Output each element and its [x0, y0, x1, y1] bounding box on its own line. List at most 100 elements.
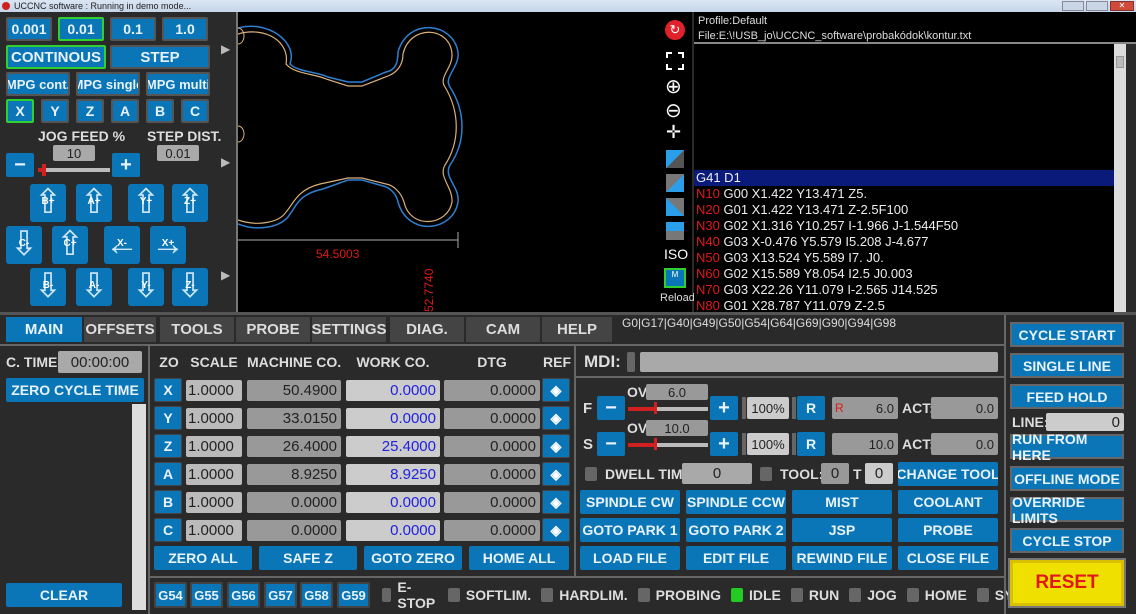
expand-arrow-icon[interactable]: ▶	[221, 42, 230, 56]
jog-c-minus-button[interactable]: ⇩ C-	[6, 226, 42, 264]
scale-field[interactable]: 1.0000	[186, 464, 242, 485]
view-front-icon[interactable]	[666, 174, 684, 192]
dwell-input[interactable]: 0	[682, 463, 752, 484]
load-file-button[interactable]: LOAD FILE	[580, 546, 680, 570]
tab-settings[interactable]: SETTINGS	[312, 317, 387, 342]
center-icon[interactable]: ✛	[666, 122, 681, 143]
work-coordinate[interactable]: 0.0000	[346, 380, 440, 401]
feed-plus-button[interactable]: +	[710, 396, 738, 420]
run-from-here-button[interactable]: RUN FROM HERE	[1010, 431, 1124, 463]
mpg-mode-button[interactable]: MPG single	[76, 72, 140, 96]
gcode-line[interactable]: N50 G03 X13.524 Y5.589 I7. J0.	[694, 250, 1114, 266]
tab-probe[interactable]: PROBE	[236, 317, 310, 342]
toolpath-view[interactable]: 54.5003 52.7740	[236, 12, 656, 312]
jog-b-minus-button[interactable]: ⇩ B-	[30, 268, 66, 306]
view-top-icon[interactable]	[666, 150, 684, 168]
axis-select-y[interactable]: Y	[41, 99, 69, 123]
restore-button[interactable]	[1086, 1, 1108, 11]
jog-c-plus-button[interactable]: ⇧ C+	[52, 226, 88, 264]
view-iso-icon[interactable]	[666, 222, 684, 240]
zero-axis-c-button[interactable]: C	[154, 518, 182, 542]
offset-g58-button[interactable]: G58	[300, 582, 333, 608]
zero-axis-a-button[interactable]: A	[154, 462, 182, 486]
view-side-icon[interactable]	[666, 198, 684, 216]
scale-field[interactable]: 1.0000	[186, 520, 242, 541]
spindle-reset-button[interactable]: R	[797, 432, 825, 456]
scale-field[interactable]: 1.0000	[186, 408, 242, 429]
gcode-line[interactable]: N20 G01 X1.422 Y13.471 Z-2.5F100	[694, 202, 1114, 218]
probe-button[interactable]: PROBE	[898, 518, 998, 542]
close-file-button[interactable]: CLOSE FILE	[898, 546, 998, 570]
gcode-line[interactable]: G41 D1	[694, 170, 1114, 186]
reload-button[interactable]: Reload	[660, 292, 695, 304]
gcode-line[interactable]: N60 G02 X15.589 Y8.054 I2.5 J0.003	[694, 266, 1114, 282]
jog-feed-slider[interactable]	[38, 168, 110, 172]
iso-button[interactable]: ISO	[664, 246, 688, 262]
axis-select-c[interactable]: C	[181, 99, 209, 123]
work-coordinate[interactable]: 0.0000	[346, 492, 440, 513]
mpg-mode-button[interactable]: MPG cont.	[6, 72, 70, 96]
zoom-out-icon[interactable]: ⊖	[665, 98, 682, 123]
scale-field[interactable]: 1.0000	[186, 380, 242, 401]
tool-checkbox[interactable]	[760, 467, 772, 481]
jog-a-minus-button[interactable]: ⇩ A-	[76, 268, 112, 306]
offline-mode-button[interactable]: OFFLINE MODE	[1010, 466, 1124, 491]
jsp-button[interactable]: JSP	[792, 518, 892, 542]
cycle-stop-button[interactable]: CYCLE STOP	[1010, 528, 1124, 553]
offset-g57-button[interactable]: G57	[264, 582, 297, 608]
axis-select-b[interactable]: B	[146, 99, 174, 123]
reset-button[interactable]: RESET	[1010, 560, 1124, 606]
spindle-slider-handle[interactable]	[654, 438, 657, 450]
minimize-button[interactable]	[1062, 1, 1084, 11]
machine-icon[interactable]: M	[664, 268, 686, 288]
spindle-ccw-button[interactable]: SPINDLE CCW	[686, 490, 786, 514]
jog-a-plus-button[interactable]: ⇧ A+	[76, 184, 112, 222]
jog-x-plus-button[interactable]: → X+	[150, 226, 186, 264]
jog-x-minus-button[interactable]: ← X-	[104, 226, 140, 264]
gcode-line[interactable]: N40 G03 X-0.476 Y5.579 I5.208 J-4.677	[694, 234, 1114, 250]
home-all-button[interactable]: HOME ALL	[469, 546, 569, 570]
spindle-plus-button[interactable]: +	[710, 432, 738, 456]
zero-axis-y-button[interactable]: Y	[154, 406, 182, 430]
expand-arrow-icon[interactable]: ▶	[221, 268, 230, 282]
spindle-minus-button[interactable]: −	[597, 432, 625, 456]
line-input[interactable]: 0	[1046, 413, 1124, 431]
gcode-line[interactable]: N10 G00 X1.422 Y13.471 Z5.	[694, 186, 1114, 202]
tab-offsets[interactable]: OFFSETS	[84, 317, 156, 342]
feed-minus-button[interactable]: −	[597, 396, 625, 420]
feed-slider-handle[interactable]	[654, 402, 657, 414]
scale-field[interactable]: 1.0000	[186, 436, 242, 457]
jog-b-plus-button[interactable]: ⇧ B+	[30, 184, 66, 222]
dwell-checkbox[interactable]	[585, 467, 597, 481]
mist-button[interactable]: MIST	[792, 490, 892, 514]
tab-main[interactable]: MAIN	[6, 317, 82, 342]
tab-help[interactable]: HELP	[542, 317, 612, 342]
expand-arrow-icon[interactable]: ▶	[221, 155, 230, 169]
gcode-viewer[interactable]: G41 D1 N10 G00 X1.422 Y13.471 Z5. N20 G01 …	[694, 44, 1126, 313]
step-size-button[interactable]: 1.0	[162, 17, 208, 41]
tab-diag[interactable]: DIAG.	[390, 317, 464, 342]
safe-z-button[interactable]: SAFE Z	[259, 546, 357, 570]
tab-tools[interactable]: TOOLS	[160, 317, 234, 342]
offset-g54-button[interactable]: G54	[154, 582, 187, 608]
cycle-start-button[interactable]: CYCLE START	[1010, 322, 1124, 347]
zoom-in-icon[interactable]: ⊕	[665, 74, 682, 99]
log-scrollbar[interactable]	[132, 404, 146, 610]
rewind-file-button[interactable]: REWIND FILE	[792, 546, 892, 570]
offset-g55-button[interactable]: G55	[190, 582, 223, 608]
jog-feed-slider-handle[interactable]	[42, 164, 46, 176]
feed-hold-button[interactable]: FEED HOLD	[1010, 384, 1124, 409]
tab-cam[interactable]: CAM	[466, 317, 540, 342]
clear-button[interactable]: CLEAR	[6, 583, 122, 607]
jog-feed-minus-button[interactable]: −	[6, 153, 34, 177]
goto-park-1-button[interactable]: GOTO PARK 1	[580, 518, 680, 542]
zero-axis-z-button[interactable]: Z	[154, 434, 182, 458]
continuous-button[interactable]: CONTINOUS	[6, 45, 106, 69]
jog-z-minus-button[interactable]: ⇩ Z-	[172, 268, 208, 306]
home-b-button[interactable]: ◈	[542, 490, 570, 514]
home-a-button[interactable]: ◈	[542, 462, 570, 486]
gcode-scrollbar[interactable]	[1114, 44, 1126, 312]
t-input[interactable]: 0	[865, 463, 893, 484]
step-size-button[interactable]: 0.01	[58, 17, 104, 41]
step-size-button[interactable]: 0.001	[6, 17, 52, 41]
